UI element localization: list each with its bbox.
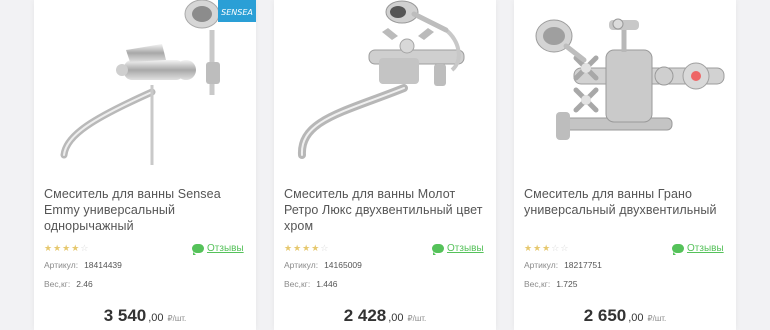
rating-stars: ★★★★☆ (284, 243, 329, 254)
star-filled-icon: ★ (62, 243, 72, 253)
price-cents: ,00 (628, 312, 644, 324)
article-label: Артикул: (44, 260, 79, 270)
article-value: 18414439 (84, 260, 122, 270)
reviews-link[interactable]: Отзывы (672, 243, 724, 255)
reviews-label[interactable]: Отзывы (687, 243, 724, 254)
reviews-link[interactable]: Отзывы (192, 243, 244, 255)
price-main: 2 650 (583, 306, 627, 325)
product-card[interactable]: Смеситель для ванны Грано универсальный … (514, 0, 736, 330)
star-empty-icon: ☆ (560, 243, 570, 253)
reviews-label[interactable]: Отзывы (447, 243, 484, 254)
star-filled-icon: ★ (293, 243, 303, 253)
star-filled-icon: ★ (44, 243, 54, 253)
weight-value: 1.725 (556, 279, 578, 289)
star-filled-icon: ★ (53, 243, 63, 253)
product-card[interactable]: Смеситель для ванны Молот Ретро Люкс дву… (274, 0, 496, 330)
price-main: 2 428 (343, 306, 387, 325)
comment-icon (672, 244, 684, 255)
star-filled-icon: ★ (524, 243, 534, 253)
price-cents: ,00 (148, 312, 164, 324)
reviews-label[interactable]: Отзывы (207, 243, 244, 254)
product-image[interactable]: SENSEA (34, 0, 256, 170)
product-image[interactable] (274, 0, 496, 170)
comment-icon (432, 244, 444, 255)
star-filled-icon: ★ (71, 243, 81, 253)
product-image[interactable] (514, 0, 736, 170)
weight-row: Вес,кг: 1.725 (524, 279, 577, 289)
article-value: 14165009 (324, 260, 362, 270)
star-empty-icon: ☆ (80, 243, 90, 253)
rating-stars: ★★★☆☆ (524, 243, 569, 254)
weight-row: Вес,кг: 1.446 (284, 279, 337, 289)
product-title[interactable]: Смеситель для ванны Sensea Emmy универса… (44, 186, 249, 234)
price-unit: ₽/шт. (167, 314, 187, 323)
star-empty-icon: ☆ (320, 243, 330, 253)
article-row: Артикул: 14165009 (284, 260, 362, 270)
article-value: 18217751 (564, 260, 602, 270)
weight-value: 1.446 (316, 279, 338, 289)
faucet-image (297, 0, 465, 159)
faucet-image (535, 18, 725, 140)
price-unit: ₽/шт. (647, 314, 667, 323)
weight-label: Вес,кг: (284, 279, 311, 289)
star-filled-icon: ★ (542, 243, 552, 253)
product-title[interactable]: Смеситель для ванны Грано универсальный … (524, 186, 729, 218)
comment-icon (192, 244, 204, 255)
brand-badge: SENSEA (221, 8, 253, 17)
star-empty-icon: ☆ (551, 243, 561, 253)
price-unit: ₽/шт. (407, 314, 427, 323)
price-cents: ,00 (388, 312, 404, 324)
price: 2 428,00 ₽/шт. (274, 306, 496, 326)
product-card[interactable]: SENSEA Смеситель для ванны Sensea Emmy у… (34, 0, 256, 330)
star-filled-icon: ★ (284, 243, 294, 253)
article-row: Артикул: 18414439 (44, 260, 122, 270)
product-title[interactable]: Смеситель для ванны Молот Ретро Люкс дву… (284, 186, 489, 234)
weight-label: Вес,кг: (524, 279, 551, 289)
reviews-link[interactable]: Отзывы (432, 243, 484, 255)
price: 3 540,00 ₽/шт. (34, 306, 256, 326)
article-row: Артикул: 18217751 (524, 260, 602, 270)
rating-stars: ★★★★☆ (44, 243, 89, 254)
faucet-image: SENSEA (60, 0, 256, 165)
star-filled-icon: ★ (302, 243, 312, 253)
price: 2 650,00 ₽/шт. (514, 306, 736, 326)
article-label: Артикул: (524, 260, 559, 270)
weight-row: Вес,кг: 2.46 (44, 279, 93, 289)
article-label: Артикул: (284, 260, 319, 270)
star-filled-icon: ★ (311, 243, 321, 253)
star-filled-icon: ★ (533, 243, 543, 253)
price-main: 3 540 (103, 306, 147, 325)
weight-label: Вес,кг: (44, 279, 71, 289)
weight-value: 2.46 (76, 279, 93, 289)
